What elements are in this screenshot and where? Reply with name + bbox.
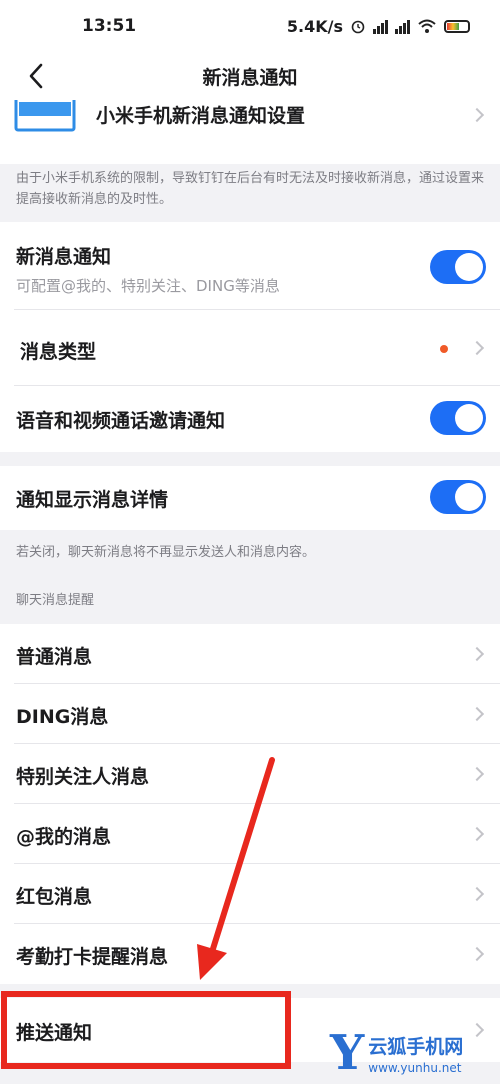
battery-icon	[444, 19, 470, 33]
call-invite-toggle[interactable]	[430, 401, 486, 435]
xiaomi-settings-label: 小米手机新消息通知设置	[96, 105, 306, 127]
new-message-row[interactable]: 新消息通知 可配置@我的、特别关注、DING等消息	[0, 222, 500, 310]
toggle-knob	[455, 483, 483, 511]
message-type-row[interactable]: 消息类型	[0, 310, 500, 386]
chat-item-normal[interactable]: 普通消息	[0, 624, 500, 684]
new-message-text: 新消息通知 可配置@我的、特别关注、DING等消息	[16, 242, 280, 296]
chat-item-label: 普通消息	[16, 646, 93, 668]
show-detail-label: 通知显示消息详情	[16, 489, 169, 511]
watermark-name: 云狐手机网	[368, 1035, 464, 1058]
chat-item-mention[interactable]: @我的消息	[0, 804, 500, 864]
show-detail-toggle[interactable]	[430, 480, 486, 514]
new-message-sub: 可配置@我的、特别关注、DING等消息	[16, 277, 280, 295]
chevron-right-icon	[469, 826, 485, 842]
wifi-icon	[418, 19, 436, 33]
chevron-left-icon[interactable]	[22, 62, 50, 90]
signal-icon-2	[395, 18, 410, 34]
signal-icon	[373, 18, 388, 34]
chevron-right-icon	[469, 646, 485, 662]
watermark-logo: Y	[330, 1025, 365, 1081]
new-message-label: 新消息通知	[16, 246, 112, 268]
chevron-right-icon	[469, 946, 485, 962]
status-icons: 5.4K/s	[287, 17, 470, 36]
show-detail-note: 若关闭，聊天新消息将不再显示发送人和消息内容。	[16, 545, 316, 560]
watermark-text: 云狐手机网 www.yunhu.net	[368, 1032, 463, 1075]
chevron-right-icon	[469, 886, 485, 902]
xiaomi-settings-row[interactable]: 小米手机新消息通知设置	[0, 100, 500, 164]
xiaomi-note: 由于小米手机系统的限制，导致钉钉在后台有时无法及时接收新消息，通过设置来提高接收…	[16, 171, 485, 207]
chevron-right-icon	[469, 706, 485, 722]
message-type-label: 消息类型	[20, 341, 97, 363]
chat-item-label: 考勤打卡提醒消息	[16, 946, 169, 968]
chat-item-label: @我的消息	[16, 826, 112, 848]
chat-item-label: 红包消息	[16, 886, 93, 908]
status-time: 13:51	[82, 16, 137, 36]
push-notification-label: 推送通知	[16, 1022, 93, 1044]
chat-item-attendance[interactable]: 考勤打卡提醒消息	[0, 924, 500, 984]
nav-bar: 新消息通知	[0, 52, 500, 100]
status-bar: 13:51 5.4K/s	[0, 0, 500, 52]
chevron-right-icon	[469, 340, 485, 356]
watermark-url: www.yunhu.net	[368, 1060, 462, 1075]
new-message-toggle[interactable]	[430, 250, 486, 284]
watermark: Y 云狐手机网 www.yunhu.net	[330, 1022, 500, 1084]
alarm-icon	[351, 20, 365, 34]
chat-item-ding[interactable]: DING消息	[0, 684, 500, 744]
phone-settings-icon	[14, 100, 76, 132]
call-invite-label: 语音和视频通话邀请通知	[16, 410, 226, 432]
show-detail-row[interactable]: 通知显示消息详情	[0, 466, 500, 530]
toggle-knob	[455, 253, 483, 281]
chat-item-label: DING消息	[16, 706, 109, 728]
toggle-knob	[455, 404, 483, 432]
network-speed: 5.4K/s	[286, 16, 343, 36]
chat-item-special-follow[interactable]: 特别关注人消息	[0, 744, 500, 804]
call-invite-row[interactable]: 语音和视频通话邀请通知	[0, 386, 500, 452]
page-title: 新消息通知	[202, 66, 298, 89]
chat-item-red-packet[interactable]: 红包消息	[0, 864, 500, 924]
section-title-chat: 聊天消息提醒	[16, 593, 95, 608]
chevron-right-icon	[469, 766, 485, 782]
chevron-right-icon	[469, 107, 485, 123]
unread-dot	[440, 345, 448, 353]
chat-item-label: 特别关注人消息	[16, 766, 150, 788]
